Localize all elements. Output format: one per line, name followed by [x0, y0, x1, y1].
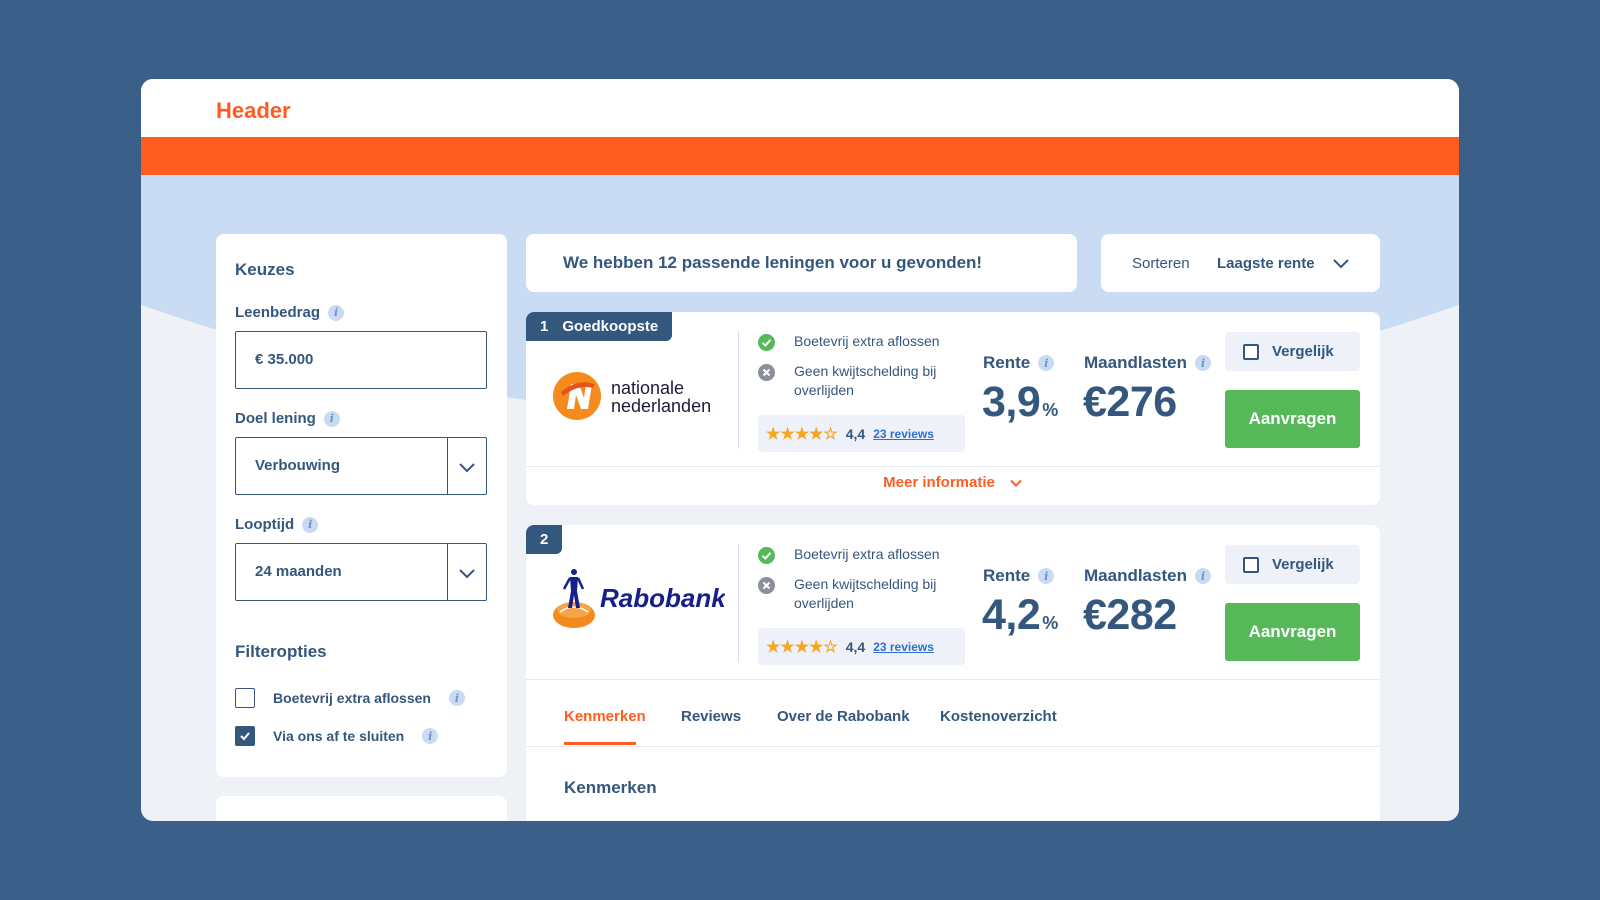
field-label-looptijd: Looptijd i — [235, 516, 319, 533]
compare-toggle[interactable]: Vergelijk — [1225, 332, 1360, 371]
info-icon[interactable]: i — [1038, 568, 1055, 584]
tab-over-de-rabobank[interactable]: Over de Rabobank — [777, 708, 910, 725]
tab-reviews[interactable]: Reviews — [681, 708, 741, 725]
nationale-nederlanden-logo: nationale nederlanden — [552, 368, 727, 429]
rating-value: 4,4 — [845, 425, 866, 442]
checkbox[interactable] — [1243, 343, 1259, 360]
filter-sidebar: Keuzes Leenbedrag i € 35.000 Doel lening… — [216, 234, 507, 777]
checkbox[interactable] — [235, 688, 255, 708]
results-count-text: We hebben 12 passende leningen voor u ge… — [563, 253, 983, 272]
feature-boetevrij: Boetevrij extra aflossen — [758, 332, 940, 351]
x-circle-icon — [758, 364, 775, 381]
site-header: Header — [141, 79, 1459, 137]
maandlasten-label: Maandlasten i — [1084, 566, 1211, 586]
checkbox-checked[interactable] — [235, 726, 255, 746]
svg-text:Rabobank: Rabobank — [600, 583, 725, 613]
rabobank-logo: Rabobank — [550, 565, 727, 636]
chevron-down-icon — [1333, 259, 1349, 269]
filter-via-ons[interactable]: Via ons af te sluiten i — [235, 726, 439, 746]
rating-box: ★★★★☆ 4,4 23 reviews — [758, 415, 965, 452]
info-icon[interactable]: i — [1194, 568, 1211, 584]
apply-button[interactable]: Aanvragen — [1225, 603, 1360, 661]
svg-text:nederlanden: nederlanden — [611, 396, 711, 416]
active-tab-indicator — [564, 742, 636, 745]
feature-kwijtschelding: Geen kwijtschelding bij overlijden — [758, 362, 936, 400]
check-circle-icon — [758, 547, 775, 564]
rating-box: ★★★★☆ 4,4 23 reviews — [758, 628, 965, 665]
rank-badge: 1 Goedkoopste — [526, 312, 673, 341]
chevron-down-icon — [459, 463, 475, 473]
header-title: Header — [216, 98, 291, 123]
maandlasten-label: Maandlasten i — [1084, 353, 1211, 373]
sort-value: Laagste rente — [1217, 255, 1315, 272]
svg-text:nationale: nationale — [611, 378, 684, 398]
results-banner: We hebben 12 passende leningen voor u ge… — [526, 234, 1077, 292]
rente-value: 3,9% — [982, 378, 1058, 426]
doel-lening-select[interactable]: Verbouwing — [235, 437, 487, 495]
sort-label: Sorteren — [1132, 255, 1190, 272]
info-icon[interactable]: i — [323, 410, 340, 427]
info-icon[interactable]: i — [1038, 355, 1055, 371]
info-icon[interactable]: i — [328, 304, 345, 321]
orange-nav-band — [141, 137, 1459, 175]
filters-title: Filteropties — [235, 642, 327, 661]
leenbedrag-input[interactable]: € 35.000 — [235, 331, 487, 389]
check-circle-icon — [758, 334, 775, 351]
rente-value: 4,2% — [982, 591, 1058, 639]
section-title: Kenmerken — [564, 778, 657, 797]
x-circle-icon — [758, 577, 775, 594]
tab-kenmerken[interactable]: Kenmerken — [564, 708, 646, 725]
more-info-toggle[interactable]: Meer informatie — [526, 474, 1380, 491]
reviews-link[interactable]: 23 reviews — [873, 640, 934, 654]
check-icon — [240, 732, 250, 741]
sidebar-title: Keuzes — [235, 260, 295, 279]
feature-boetevrij: Boetevrij extra aflossen — [758, 545, 940, 564]
field-label-leenbedrag: Leenbedrag i — [235, 304, 345, 321]
reviews-link[interactable]: 23 reviews — [873, 427, 934, 441]
rating-value: 4,4 — [845, 638, 866, 655]
chevron-down-icon — [459, 569, 475, 579]
maandlasten-value: €282 — [1083, 591, 1177, 639]
field-label-doel-lening: Doel lening i — [235, 410, 340, 427]
compare-toggle[interactable]: Vergelijk — [1225, 545, 1360, 584]
sidebar-card-2 — [216, 796, 507, 821]
checkbox[interactable] — [1243, 556, 1259, 573]
looptijd-select[interactable]: 24 maanden — [235, 543, 487, 601]
star-rating-icon: ★★★★☆ — [766, 638, 838, 656]
info-icon[interactable]: i — [302, 516, 319, 533]
rente-label: Rente i — [983, 566, 1055, 586]
offer-card-nationale-nederlanden: 1 Goedkoopste nationale nederlanden Boet… — [526, 312, 1380, 505]
tab-kostenoverzicht[interactable]: Kostenoverzicht — [940, 708, 1057, 725]
rank-badge: 2 — [526, 525, 563, 554]
offer-tabs: Kenmerken Reviews Over de Rabobank Koste… — [526, 688, 1380, 746]
chevron-down-icon — [1010, 479, 1022, 487]
rente-label: Rente i — [983, 353, 1055, 373]
apply-button[interactable]: Aanvragen — [1225, 390, 1360, 448]
star-rating-icon: ★★★★☆ — [766, 425, 838, 443]
feature-kwijtschelding: Geen kwijtschelding bij overlijden — [758, 575, 936, 613]
app-window: Header Keuzes Leenbedrag i € 35.000 Doel… — [141, 79, 1459, 821]
info-icon[interactable]: i — [1194, 355, 1211, 371]
info-icon[interactable]: i — [422, 728, 439, 744]
offer-card-rabobank: 2 Rabobank Boetevrij extra aflossen Geen… — [526, 525, 1380, 821]
filter-boetevrij[interactable]: Boetevrij extra aflossen i — [235, 688, 465, 708]
info-icon[interactable]: i — [448, 690, 465, 706]
maandlasten-value: €276 — [1083, 378, 1177, 426]
sort-dropdown[interactable]: Sorteren Laagste rente — [1101, 234, 1380, 292]
